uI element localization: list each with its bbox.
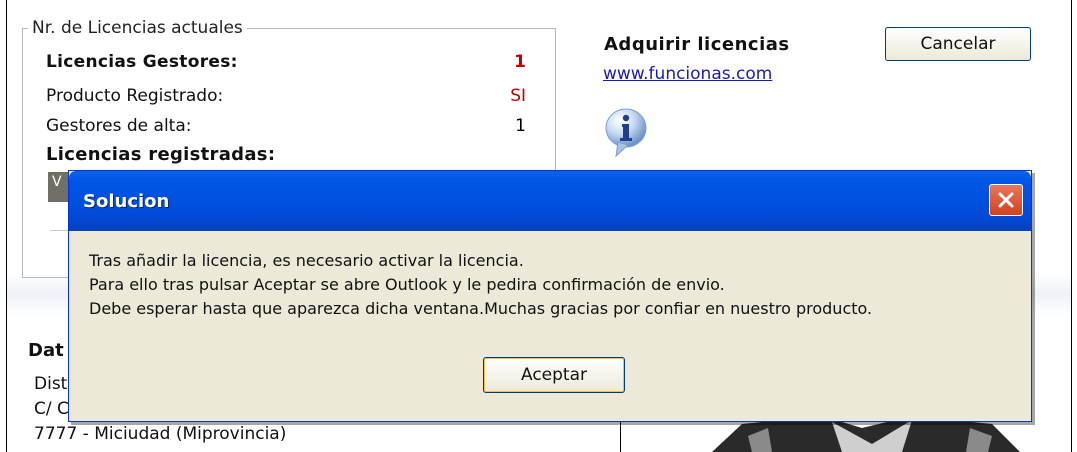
info-bubble-icon: [605, 108, 647, 158]
registradas-label: Licencias registradas:: [46, 144, 276, 165]
acquire-link[interactable]: www.funcionas.com: [603, 64, 772, 84]
message-line-1: Tras añadir la licencia, es necesario ac…: [89, 251, 524, 270]
gestores-label: Licencias Gestores:: [46, 52, 238, 72]
acquire-title: Adquirir licencias: [604, 34, 790, 55]
dialog-body: Tras añadir la licencia, es necesario ac…: [73, 231, 1027, 417]
datos-title: Dat: [28, 340, 64, 361]
alta-value: 1: [515, 116, 526, 136]
gestores-value: 1: [514, 52, 526, 72]
close-icon: [998, 192, 1014, 208]
registrado-value: SI: [510, 86, 526, 106]
column-divider: [620, 420, 621, 452]
registrado-label: Producto Registrado:: [46, 86, 224, 106]
close-button[interactable]: [989, 184, 1023, 216]
dialog-title: Solucion: [83, 191, 170, 212]
message-line-2: Para ello tras pulsar Aceptar se abre Ou…: [89, 275, 725, 294]
aceptar-button[interactable]: Aceptar: [483, 357, 625, 393]
address-line-2: C/ C: [34, 399, 69, 419]
licenses-group-title: Nr. de Licencias actuales: [28, 18, 247, 38]
message-line-3: Debe esperar hasta que aparezca dicha ve…: [89, 299, 873, 318]
cancel-button[interactable]: Cancelar: [885, 27, 1031, 61]
alta-label: Gestores de alta:: [46, 116, 192, 136]
dialog-titlebar[interactable]: Solucion: [69, 171, 1031, 231]
address-line-1: Dist: [34, 374, 68, 394]
solucion-dialog: Solucion Tras añadir la licencia, es nec…: [68, 170, 1032, 422]
address-line-3: 7777 - Miciudad (Miprovincia): [34, 424, 287, 444]
